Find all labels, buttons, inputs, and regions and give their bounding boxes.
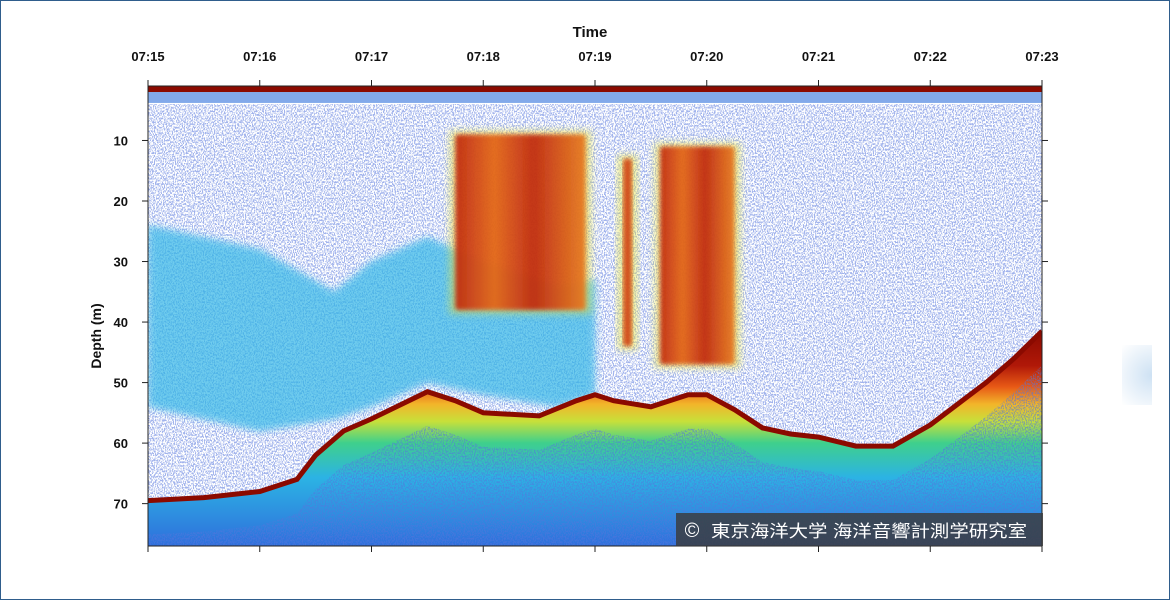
y-tick-label: 60: [114, 436, 128, 451]
watermark-text: 東京海洋大学 海洋音響計測学研究室: [711, 522, 1027, 541]
y-axis-label: Depth (m): [88, 303, 104, 368]
y-tick-label: 40: [114, 315, 128, 330]
school-3: [660, 146, 735, 365]
echogram-plot-area: [148, 86, 1042, 546]
watermark: © 東京海洋大学 海洋音響計測学研究室: [676, 513, 1043, 546]
x-tick-label: 07:22: [914, 49, 947, 64]
y-tick-label: 70: [114, 497, 128, 512]
echogram-chart: Time Depth (m) 07:15 07:16 07:17 07:18 07:19…: [88, 24, 1059, 552]
x-tick-label: 07:17: [355, 49, 388, 64]
x-tick-label: 07:19: [578, 49, 611, 64]
y-tick-label: 10: [114, 133, 128, 148]
surface-echo: [148, 86, 1042, 93]
surface-noise-band: [148, 92, 1042, 103]
y-tick-label: 30: [114, 255, 128, 270]
copyright-symbol: ©: [685, 520, 700, 542]
x-tick-label: 07:15: [131, 49, 164, 64]
x-tick-label: 07:23: [1025, 49, 1058, 64]
school-2: [622, 158, 633, 347]
school-1: [455, 134, 586, 310]
x-tick-label: 07:20: [690, 49, 723, 64]
chart-title: Time: [573, 24, 608, 41]
y-tick-label: 20: [114, 194, 128, 209]
x-tick-label: 07:18: [467, 49, 500, 64]
x-tick-label: 07:16: [243, 49, 276, 64]
x-tick-label: 07:21: [802, 49, 835, 64]
y-tick-label: 50: [114, 376, 128, 391]
